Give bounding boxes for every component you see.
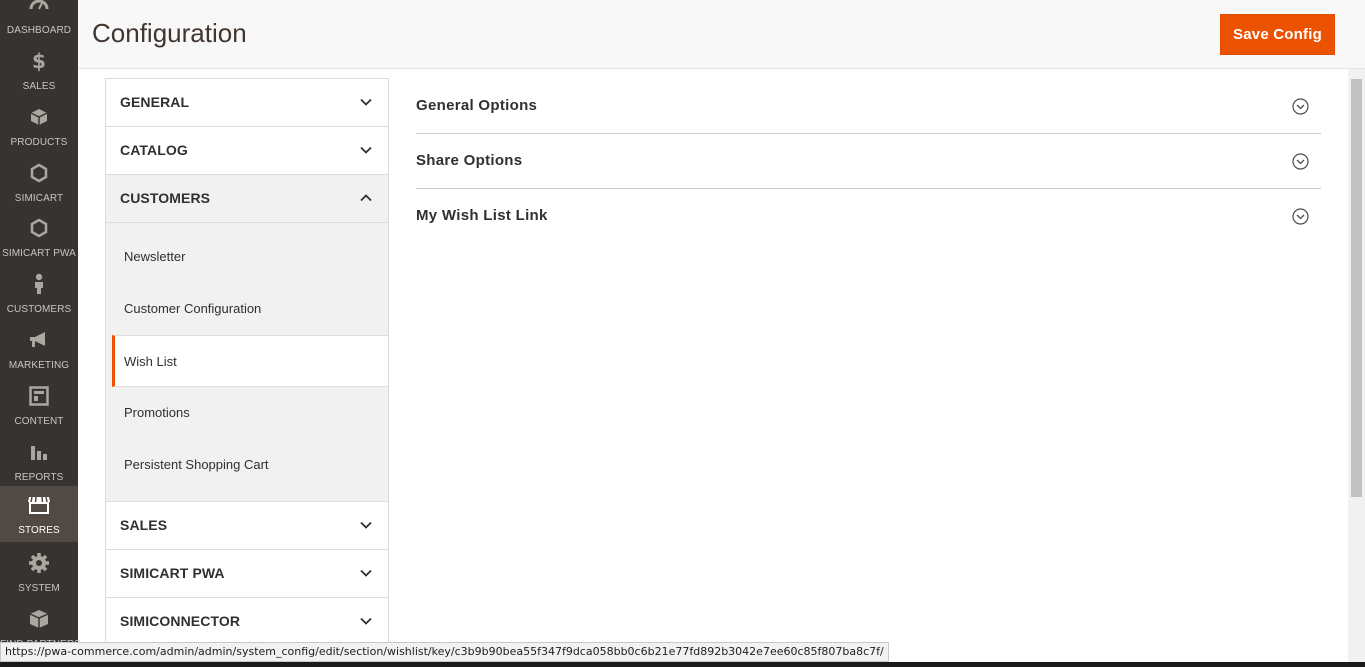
nav-label: CUSTOMERS [6,304,72,315]
section-share-options[interactable]: Share Options [416,134,1321,189]
bar-chart-icon [0,441,78,463]
config-tabs: GENERAL CATALOG CUSTOMERS Newsletter Cus… [105,78,389,658]
cube-icon [0,106,78,128]
tab-label: SIMICART PWA [120,565,225,581]
page-header: Configuration Save Config [78,0,1365,69]
tab-customers[interactable]: CUSTOMERS [105,175,389,223]
nav-simicart[interactable]: SIMICART [0,154,78,210]
scrollbar-thumb[interactable] [1351,79,1362,497]
config-sections: General Options Share Options My Wish Li… [416,79,1321,244]
subitem-wish-list[interactable]: Wish List [112,335,388,387]
nav-label: STORES [18,525,60,536]
section-general-options[interactable]: General Options [416,79,1321,134]
subitem-persistent-shopping-cart[interactable]: Persistent Shopping Cart [106,439,388,491]
nav-label: DASHBOARD [6,25,72,36]
browser-status-url: https://pwa-commerce.com/admin/admin/sys… [0,642,889,662]
chevron-down-icon [360,569,372,577]
hexagon-icon [0,162,78,184]
subitem-promotions[interactable]: Promotions [106,387,388,439]
nav-label: REPORTS [14,472,64,483]
chevron-up-icon [360,194,372,202]
save-config-button[interactable]: Save Config [1220,14,1335,55]
puzzle-icon [0,608,78,630]
layout-icon [0,385,78,407]
page-title: Configuration [92,18,247,48]
tab-label: SALES [120,517,168,533]
subitem-newsletter[interactable]: Newsletter [106,231,388,283]
nav-label: SYSTEM [18,583,60,594]
chevron-down-icon [360,98,372,106]
tab-label: SIMICONNECTOR [120,613,241,629]
tab-general[interactable]: GENERAL [105,78,389,127]
megaphone-icon [0,329,78,351]
dashboard-icon [0,0,78,16]
person-icon [0,273,78,295]
nav-label: CONTENT [14,416,64,427]
subitem-label: Customer Configuration [124,301,262,316]
section-title: My Wish List Link [416,207,548,224]
gear-icon [0,552,78,574]
chevron-down-icon [360,617,372,625]
nav-label: PRODUCTS [10,137,68,148]
nav-stores[interactable]: STORES [0,486,78,542]
customers-subitems: Newsletter Customer Configuration Wish L… [105,223,389,501]
tab-label: CATALOG [120,142,188,158]
nav-simicart-pwa[interactable]: SIMICART PWA [0,209,78,265]
subitem-label: Newsletter [124,249,186,264]
dollar-icon: $ [32,49,46,73]
circle-chevron-down-icon[interactable] [1292,208,1309,225]
nav-label: SALES [22,81,56,92]
nav-marketing[interactable]: MARKETING [0,321,78,377]
chevron-down-icon [360,521,372,529]
storefront-icon [0,494,78,516]
section-title: Share Options [416,152,523,169]
tab-simicart-pwa[interactable]: SIMICART PWA [105,550,389,598]
subitem-customer-configuration[interactable]: Customer Configuration [106,283,388,335]
nav-products[interactable]: PRODUCTS [0,98,78,154]
section-my-wish-list-link[interactable]: My Wish List Link [416,189,1321,244]
subitem-label: Wish List [124,354,177,369]
circle-chevron-down-icon[interactable] [1292,98,1309,115]
page-scrollbar[interactable] [1348,69,1365,667]
tab-label: CUSTOMERS [120,190,211,206]
nav-content[interactable]: CONTENT [0,377,78,433]
tab-label: GENERAL [120,94,190,110]
circle-chevron-down-icon[interactable] [1292,153,1309,170]
nav-label: SIMICART [14,193,64,204]
subitem-label: Promotions [124,405,190,420]
nav-system[interactable]: SYSTEM [0,544,78,600]
tab-simiconnector[interactable]: SIMICONNECTOR [105,598,389,646]
tab-sales[interactable]: SALES [105,501,389,550]
nav-sales[interactable]: $ SALES [0,42,78,98]
nav-label: SIMICART PWA [2,248,76,259]
chevron-down-icon [360,146,372,154]
nav-reports[interactable]: REPORTS [0,433,78,489]
tab-catalog[interactable]: CATALOG [105,127,389,175]
subitem-label: Persistent Shopping Cart [124,457,269,472]
hexagon-icon [0,217,78,239]
nav-customers[interactable]: CUSTOMERS [0,265,78,321]
admin-sidebar: DASHBOARD $ SALES PRODUCTS SIMICART SIMI… [0,0,81,667]
nav-dashboard[interactable]: DASHBOARD [0,0,78,42]
bottom-edge [0,662,1365,667]
section-title: General Options [416,97,538,114]
nav-label: MARKETING [8,360,70,371]
